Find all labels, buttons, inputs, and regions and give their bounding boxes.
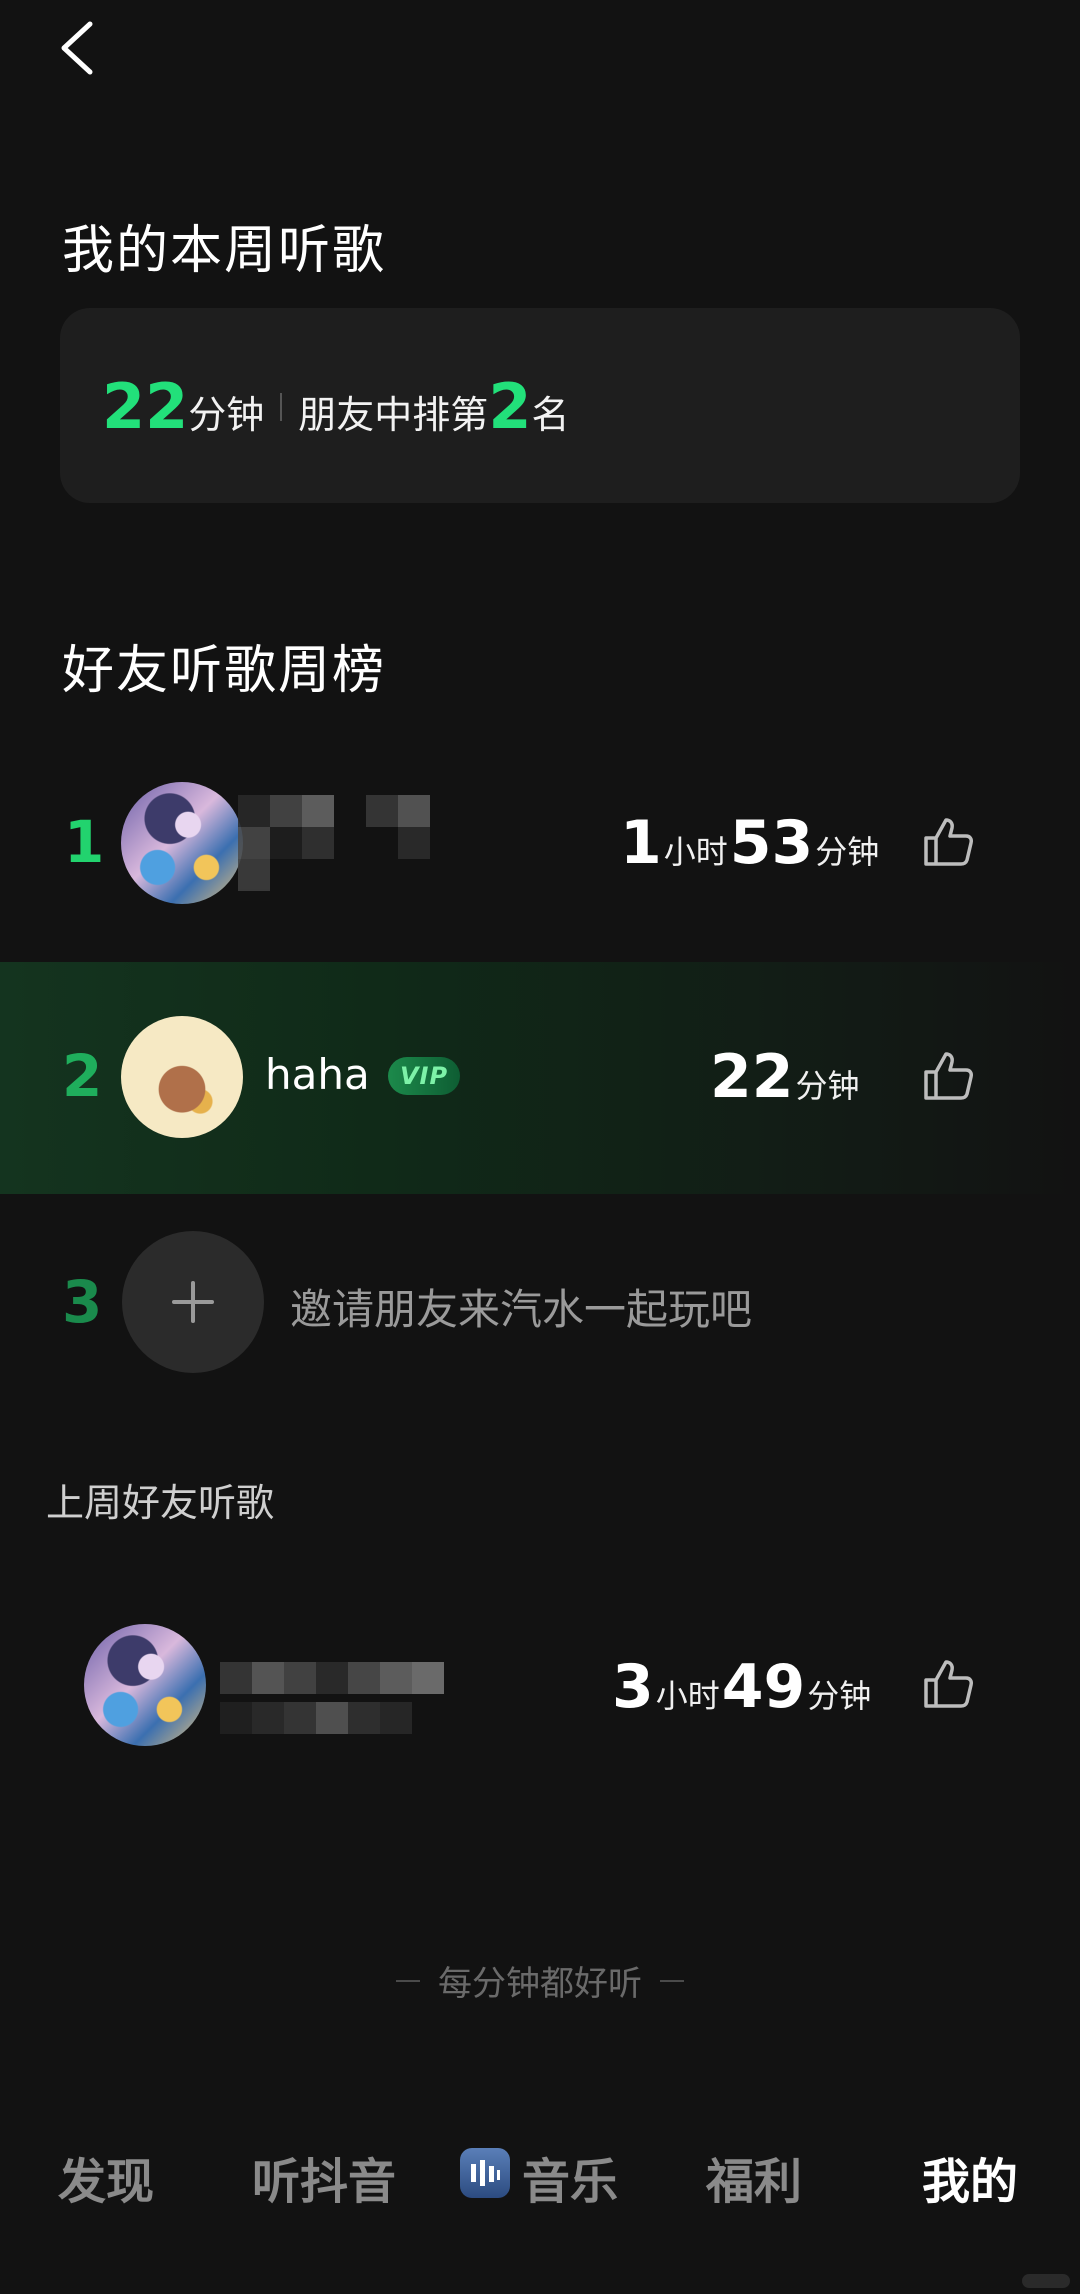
blurred-username <box>220 1662 450 1742</box>
hours-unit: 小时 <box>663 833 728 871</box>
hours-value: 1 <box>620 808 662 878</box>
thumbs-up-icon <box>924 818 973 866</box>
music-bars-icon <box>471 2160 500 2186</box>
rank-number: 1 <box>64 808 105 876</box>
minutes-unit: 分钟 <box>807 1677 872 1715</box>
invite-friend-button[interactable] <box>122 1231 264 1373</box>
plus-icon <box>172 1281 214 1323</box>
minutes-unit: 分钟 <box>815 833 880 871</box>
weekly-summary-line: 22 分钟 朋友中排第 2 名 <box>102 370 569 443</box>
minutes-unit: 分钟 <box>795 1067 860 1105</box>
row-duration: 22 分钟 <box>710 1042 862 1112</box>
minutes-value: 53 <box>729 808 814 878</box>
hours-unit: 小时 <box>655 1677 720 1715</box>
avatar[interactable] <box>84 1624 206 1746</box>
invite-text[interactable]: 邀请朋友来汽水一起玩吧 <box>290 1276 752 1337</box>
like-button[interactable] <box>920 1656 976 1712</box>
row-duration: 1 小时 53 分钟 <box>620 808 881 878</box>
music-app-icon[interactable] <box>460 2148 510 2198</box>
hours-value: 3 <box>612 1652 654 1722</box>
nav-item-discover[interactable]: 发现 <box>58 2142 154 2212</box>
rank-value: 2 <box>488 370 532 443</box>
blurred-username <box>238 795 458 891</box>
nav-item-listen-douyin[interactable]: 听抖音 <box>252 2142 396 2212</box>
last-week-duration: 3 小时 49 分钟 <box>612 1652 873 1722</box>
thumbs-up-icon <box>924 1052 973 1100</box>
like-button[interactable] <box>920 814 976 870</box>
like-button[interactable] <box>920 1048 976 1104</box>
vip-badge: VIP <box>388 1057 460 1095</box>
weekly-minutes: 22 <box>102 370 189 443</box>
dash-right <box>660 1979 684 1982</box>
rank-prefix: 朋友中排第 <box>298 393 489 437</box>
nav-item-welfare[interactable]: 福利 <box>706 2142 802 2212</box>
avatar[interactable] <box>121 782 243 904</box>
leaderboard-title: 好友听歌周榜 <box>62 641 387 701</box>
weekly-minutes-unit: 分钟 <box>188 393 265 437</box>
back-button[interactable] <box>52 18 112 78</box>
footer-slogan: 每分钟都好听 <box>0 1956 1080 2005</box>
nav-item-mine[interactable]: 我的 <box>922 2142 1018 2212</box>
slogan-text: 每分钟都好听 <box>438 1964 642 2004</box>
rank-number: 2 <box>62 1042 103 1110</box>
thumbs-up-icon <box>924 1660 973 1708</box>
rank-suffix: 名 <box>531 393 570 437</box>
nav-item-music[interactable]: 音乐 <box>522 2142 618 2212</box>
rank-number: 3 <box>62 1268 103 1336</box>
username: haha <box>265 1050 370 1099</box>
weekly-title: 我的本周听歌 <box>62 221 387 281</box>
minutes-value: 22 <box>710 1042 794 1112</box>
dash-left <box>396 1979 420 1982</box>
chevron-left-icon <box>61 21 93 75</box>
last-week-title: 上周好友听歌 <box>46 1481 275 1525</box>
minutes-value: 49 <box>721 1652 806 1722</box>
divider <box>280 392 283 421</box>
avatar[interactable] <box>121 1016 243 1138</box>
home-indicator <box>1022 2274 1070 2288</box>
